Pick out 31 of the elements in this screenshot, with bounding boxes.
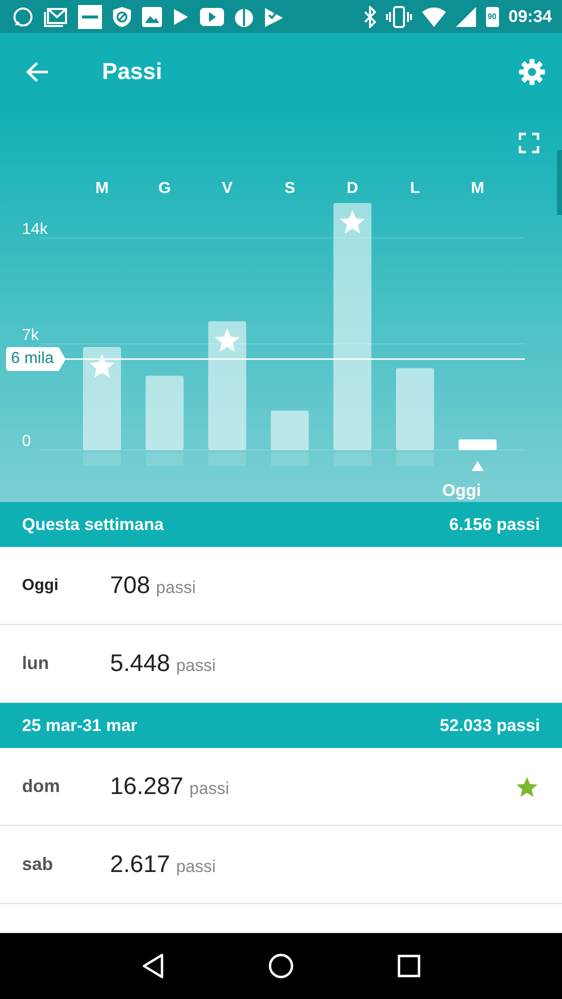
step-unit: passi — [176, 656, 217, 676]
axis-tick-label: 0 — [22, 433, 31, 450]
today-label: Oggi — [442, 481, 481, 500]
day-name: Oggi — [22, 576, 60, 594]
day-name: dom — [22, 776, 61, 797]
day-label: L — [410, 180, 420, 197]
screen-title: Passi — [102, 58, 164, 85]
goal-label: 6 mila — [6, 347, 66, 372]
section-total: 52.033 passi — [440, 716, 540, 736]
step-count: 708 — [110, 572, 150, 600]
section-title: 25 mar-31 mar — [22, 716, 138, 736]
step-count: 5.448 — [110, 650, 170, 678]
day-name: lun — [22, 653, 50, 674]
day-label: S — [284, 180, 296, 197]
day-label: V — [222, 180, 233, 197]
day-label: M — [95, 180, 109, 197]
clock: 09:34 — [508, 6, 552, 26]
step-unit: passi — [156, 578, 197, 598]
step-unit: passi — [189, 779, 230, 799]
day-label: M — [470, 180, 484, 197]
day-label: G — [158, 180, 171, 197]
day-label: D — [346, 180, 358, 197]
step-unit: passi — [176, 857, 217, 877]
day-name: sab — [22, 854, 54, 875]
section-title: Questa settimana — [22, 514, 164, 534]
battery-level: 90 — [488, 12, 496, 21]
section-total: 6.156 passi — [449, 514, 540, 534]
axis-tick-label: 7k — [22, 326, 39, 344]
axis-tick-label: 14k — [22, 220, 48, 238]
step-count: 2.617 — [110, 850, 170, 878]
step-count: 16.287 — [110, 772, 184, 800]
